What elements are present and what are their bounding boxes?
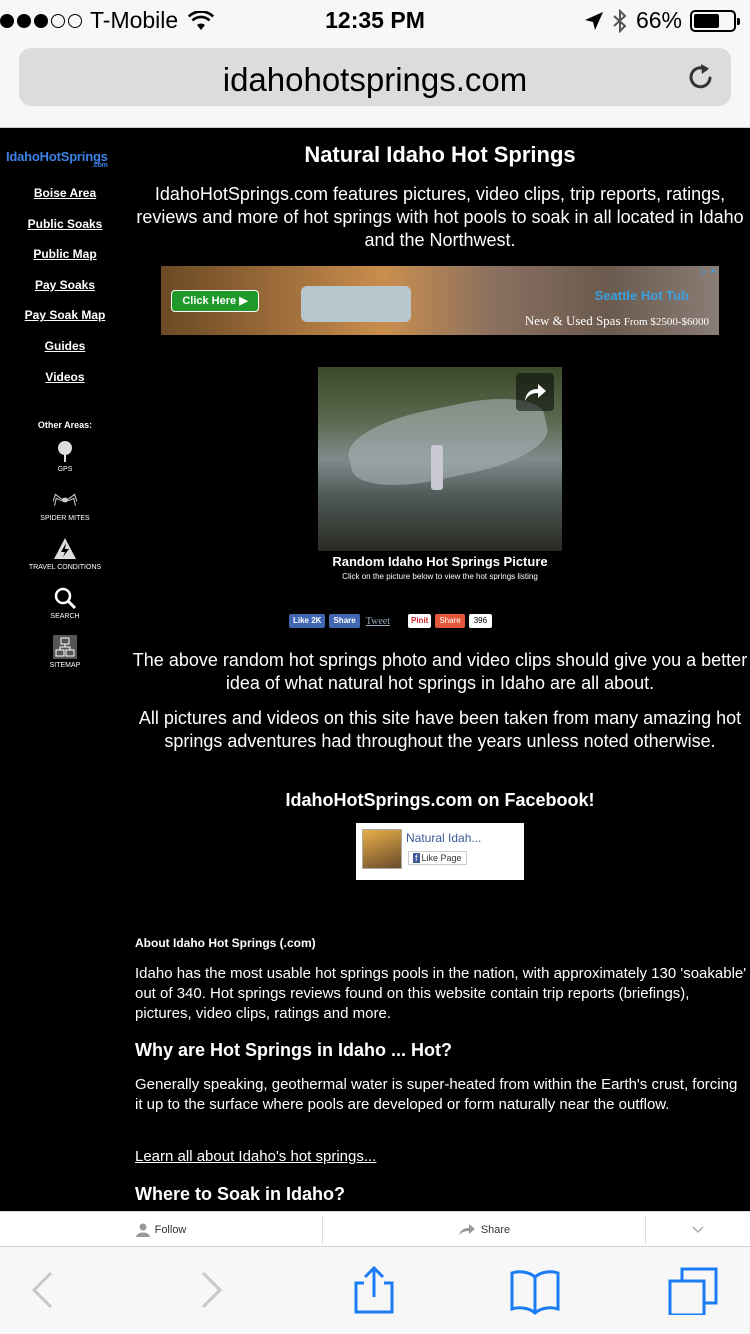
follow-share-bar: Follow Share	[0, 1211, 750, 1246]
facebook-page-name[interactable]: Natural Idah...	[406, 831, 481, 845]
chevron-down-icon	[692, 1225, 704, 1233]
social-buttons: Like 2K Share Tweet Pinit Share 396	[289, 614, 493, 628]
learn-more-link[interactable]: Learn all about Idaho's hot springs...	[135, 1148, 376, 1165]
browser-bottom-toolbar	[0, 1246, 750, 1334]
area-search[interactable]: SEARCH	[0, 586, 130, 620]
facebook-like-page-button[interactable]: f Like Page	[408, 851, 467, 865]
status-left: T-Mobile	[0, 7, 215, 34]
facebook-share-button[interactable]: Share	[329, 614, 360, 628]
area-search-label: SEARCH	[50, 613, 80, 620]
about-heading: About Idaho Hot Springs (.com)	[135, 936, 316, 950]
ad-choices-icon[interactable]: ▷ ✕	[700, 266, 717, 277]
address-bar[interactable]: idahohotsprings.com	[19, 48, 731, 106]
photo-person	[431, 445, 443, 490]
web-page: IdahoHotSprings .com Boise Area Public S…	[0, 128, 750, 1211]
url-text[interactable]: idahohotsprings.com	[19, 61, 731, 99]
area-gps[interactable]: GPS	[0, 439, 130, 473]
tweet-link[interactable]: Tweet	[366, 616, 390, 627]
warning-bolt-icon	[54, 538, 76, 559]
expand-button[interactable]	[646, 1212, 750, 1247]
why-text: Generally speaking, geothermal water is …	[135, 1076, 738, 1113]
sidebar-link-videos[interactable]: Videos	[0, 369, 130, 400]
browser-toolbar: idahohotsprings.com	[0, 40, 750, 128]
reload-icon[interactable]	[685, 61, 717, 93]
area-sitemap[interactable]: SITEMAP	[0, 635, 130, 669]
area-spider-mites[interactable]: SPIDER MITES	[0, 488, 130, 522]
area-travel-conditions-label: TRAVEL CONDITIONS	[28, 564, 102, 571]
location-arrow-icon	[584, 11, 603, 30]
sidebar-link-pay-soak-map[interactable]: Pay Soak Map	[0, 307, 130, 338]
share-button[interactable]: Share	[323, 1212, 645, 1247]
sidebar-link-boise-area[interactable]: Boise Area	[0, 185, 130, 216]
forward-icon[interactable]	[186, 1265, 236, 1315]
random-hot-springs-photo[interactable]	[318, 367, 562, 551]
facebook-heading: IdahoHotSprings.com on Facebook!	[285, 790, 595, 810]
other-areas-label: Other Areas:	[37, 420, 93, 430]
google-share-button[interactable]: Share	[435, 614, 465, 628]
ad-hot-tub-image	[301, 286, 411, 322]
photo-subcaption: Click on the picture below to view the h…	[342, 572, 538, 581]
search-icon	[54, 587, 77, 610]
pictures-note: All pictures and videos on this site hav…	[138, 708, 742, 751]
where-heading: Where to Soak in Idaho?	[135, 1184, 346, 1204]
intro-text: IdahoHotSprings.com features pictures, v…	[136, 184, 744, 250]
site-logo[interactable]: IdahoHotSprings .com	[6, 149, 108, 169]
facebook-like-button[interactable]: Like 2K	[289, 614, 326, 628]
area-gps-label: GPS	[57, 466, 73, 473]
sidebar-link-public-map[interactable]: Public Map	[0, 246, 130, 277]
status-right: 66%	[584, 7, 740, 34]
ad-tagline-text: New & Used Spas	[524, 313, 621, 328]
ad-brand: Seattle Hot Tub	[594, 288, 689, 303]
photo-description: The above random hot springs photo and v…	[132, 650, 748, 693]
share-count: 396	[468, 614, 493, 628]
facebook-like-page-label: Like Page	[421, 853, 462, 863]
sidebar-link-guides[interactable]: Guides	[0, 338, 130, 369]
sidebar-link-pay-soaks[interactable]: Pay Soaks	[0, 277, 130, 308]
tabs-icon[interactable]	[668, 1265, 718, 1315]
area-travel-conditions[interactable]: TRAVEL CONDITIONS	[0, 537, 130, 571]
facebook-page-widget[interactable]: Natural Idah... f Like Page	[356, 823, 524, 880]
about-text: Idaho has the most usable hot springs po…	[135, 965, 747, 1022]
sidebar-link-public-soaks[interactable]: Public Soaks	[0, 216, 130, 247]
page-title: Natural Idaho Hot Springs	[304, 142, 576, 167]
area-sitemap-label: SITEMAP	[49, 662, 81, 669]
learn-more-container: Learn all about Idaho's hot springs...	[135, 1147, 747, 1167]
person-icon	[135, 1223, 150, 1237]
hot-tub-ad-banner[interactable]: Click Here ▶ Seattle Hot Tub New & Used …	[161, 266, 719, 335]
follow-label: Follow	[154, 1223, 187, 1236]
battery-icon	[690, 9, 740, 32]
share-label: Share	[480, 1223, 511, 1236]
ad-tagline: New & Used Spas From $2500-$6000	[525, 313, 709, 329]
signal-strength-icon	[0, 13, 82, 28]
photo-caption: Random Idaho Hot Springs Picture	[332, 554, 548, 569]
spider-icon	[53, 493, 77, 506]
follow-button[interactable]: Follow	[0, 1212, 322, 1247]
why-heading: Why are Hot Springs in Idaho ... Hot?	[135, 1040, 453, 1060]
ad-click-here-button[interactable]: Click Here ▶	[171, 290, 259, 312]
map-pin-icon	[58, 441, 72, 462]
pinterest-button[interactable]: Pinit	[408, 614, 432, 628]
sidebar-nav: Boise Area Public Soaks Public Map Pay S…	[0, 185, 130, 399]
carrier-name: T-Mobile	[90, 7, 179, 33]
share-icon[interactable]	[349, 1265, 399, 1315]
bookmarks-icon[interactable]	[510, 1265, 560, 1315]
facebook-icon: f	[413, 853, 420, 863]
sitemap-icon	[53, 635, 77, 659]
ad-price: From $2500-$6000	[623, 316, 709, 328]
share-arrow-icon[interactable]	[516, 373, 554, 411]
wifi-icon	[188, 10, 215, 30]
status-bar: T-Mobile 12:35 PM 66%	[0, 0, 750, 40]
back-icon[interactable]	[18, 1265, 68, 1315]
battery-percent: 66%	[635, 7, 682, 33]
facebook-page-thumbnail	[362, 829, 402, 869]
bluetooth-icon	[613, 8, 627, 33]
area-spider-mites-label: SPIDER MITES	[40, 515, 90, 522]
share-arrow-small-icon	[458, 1223, 475, 1235]
